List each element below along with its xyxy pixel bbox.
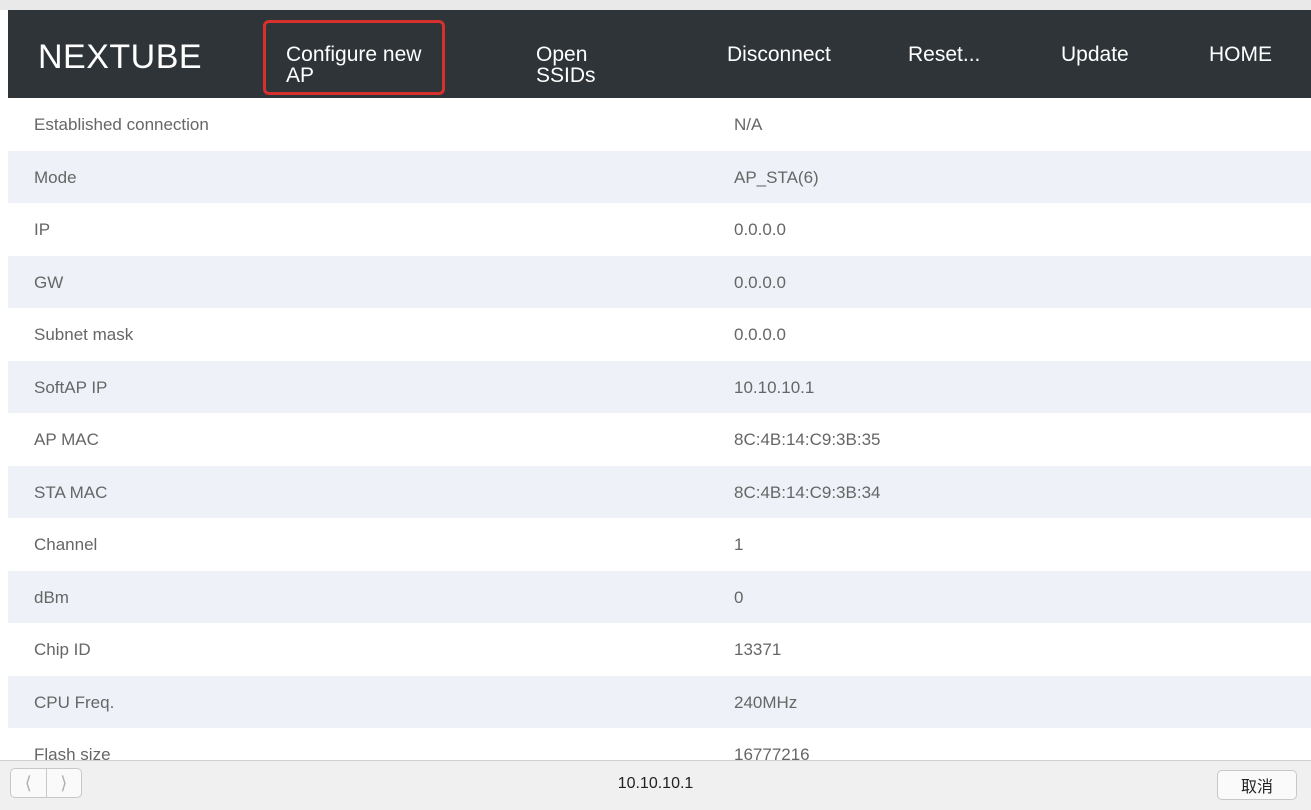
captive-portal-page: NEXTUBE Configure new AP Open SSIDs Disc… xyxy=(0,0,1311,810)
row-value: 1 xyxy=(734,535,744,554)
top-strip xyxy=(0,0,1311,10)
row-label: AP MAC xyxy=(34,430,99,449)
table-row: Channel 1 xyxy=(8,518,1311,571)
row-label: CPU Freq. xyxy=(34,692,115,712)
browser-bottom-bar: ⟨ ⟩ 10.10.10.1 取消 xyxy=(0,760,1311,810)
table-row: IP 0.0.0.0 xyxy=(8,203,1311,256)
brand-title: NEXTUBE xyxy=(38,38,203,76)
row-label: GW xyxy=(34,272,64,292)
highlight-annotation-box xyxy=(263,20,445,95)
row-value: 0.0.0.0 xyxy=(734,220,786,239)
row-label: Mode xyxy=(34,167,77,187)
nav-open-ssids[interactable]: Open SSIDs xyxy=(536,44,616,86)
table-row: AP MAC 8C:4B:14:C9:3B:35 xyxy=(8,413,1311,466)
nav-disconnect[interactable]: Disconnect xyxy=(727,44,831,65)
row-value: 0.0.0.0 xyxy=(734,272,786,292)
table-row: Established connection N/A xyxy=(8,98,1311,151)
nav-home[interactable]: HOME xyxy=(1209,44,1272,65)
table-row: Subnet mask 0.0.0.0 xyxy=(8,308,1311,361)
table-row: GW 0.0.0.0 xyxy=(8,255,1311,308)
nav-update[interactable]: Update xyxy=(1061,44,1129,65)
table-row: dBm 0 xyxy=(8,570,1311,623)
row-label: IP xyxy=(34,220,51,239)
row-value: 0 xyxy=(734,587,744,607)
row-label: STA MAC xyxy=(34,482,108,502)
row-value: N/A xyxy=(734,115,763,134)
row-value: 0.0.0.0 xyxy=(734,325,786,344)
row-label: SoftAP IP xyxy=(34,377,108,397)
table-row: CPU Freq. 240MHz xyxy=(8,675,1311,728)
row-value: 8C:4B:14:C9:3B:35 xyxy=(734,430,881,449)
table-row: Chip ID 13371 xyxy=(8,623,1311,676)
url-display: 10.10.10.1 xyxy=(617,775,694,792)
nav-reset[interactable]: Reset... xyxy=(908,44,980,65)
table-row: Mode AP_STA(6) xyxy=(8,150,1311,203)
row-value: 8C:4B:14:C9:3B:34 xyxy=(734,482,881,502)
row-label: Chip ID xyxy=(34,640,91,659)
row-label: Subnet mask xyxy=(34,325,134,344)
cancel-button[interactable]: 取消 xyxy=(1217,770,1297,800)
table-row: STA MAC 8C:4B:14:C9:3B:34 xyxy=(8,465,1311,518)
row-label: dBm xyxy=(34,587,69,607)
row-value: AP_STA(6) xyxy=(734,167,819,187)
row-label: Established connection xyxy=(34,115,209,134)
row-value: 10.10.10.1 xyxy=(734,377,815,397)
row-label: Channel xyxy=(34,535,98,554)
navbar: NEXTUBE Configure new AP Open SSIDs Disc… xyxy=(8,10,1311,98)
row-value: 13371 xyxy=(734,640,782,659)
row-value: 240MHz xyxy=(734,692,798,712)
table-row: SoftAP IP 10.10.10.1 xyxy=(8,360,1311,413)
info-table: Established connection N/A Mode AP_STA(6… xyxy=(8,98,1311,781)
